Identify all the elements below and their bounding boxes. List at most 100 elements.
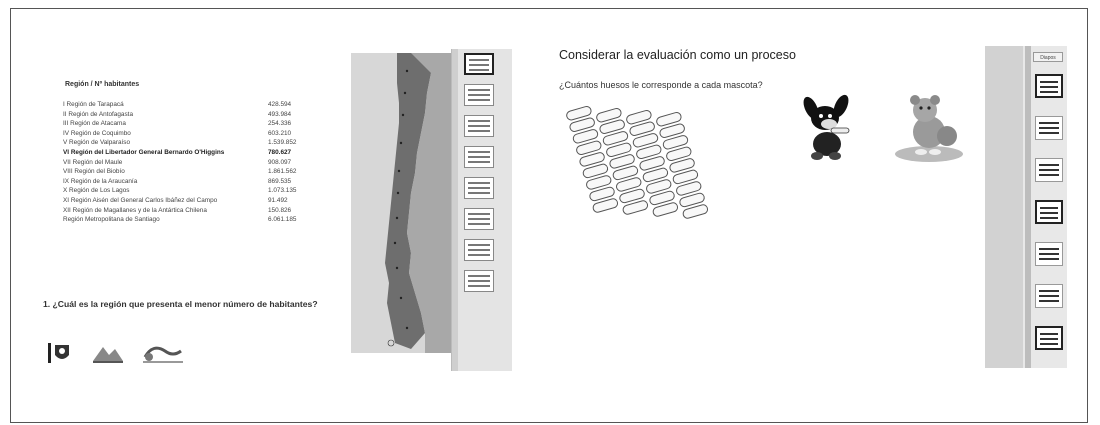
- region-population: 6.061.185: [268, 216, 297, 224]
- thumbnail-line: [1039, 258, 1059, 260]
- thumbnail-line: [468, 280, 490, 282]
- thumbnail-line: [1039, 290, 1059, 292]
- region-row: VII Región del Maule 908.097: [63, 159, 333, 169]
- question-text: 1. ¿Cuál es la región que presenta el me…: [43, 299, 318, 309]
- slide-thumbnail[interactable]: [1035, 326, 1063, 350]
- region-row: IV Región de Coquimbo 603.210: [63, 130, 333, 140]
- dog-icon: [803, 94, 850, 160]
- region-population: 1.539.852: [268, 139, 297, 147]
- pane-scroll-strip[interactable]: [452, 49, 458, 371]
- bones-group: [561, 104, 731, 234]
- region-name: II Región de Antofagasta: [63, 110, 133, 118]
- slide-thumbnail[interactable]: [464, 115, 494, 137]
- thumbnail-line: [469, 59, 489, 61]
- pane-gray-strip: [985, 46, 1023, 368]
- region-row: I Región de Tarapacá 428.594: [63, 101, 333, 111]
- table-title: Región / Nº habitantes: [65, 81, 140, 88]
- pane-scroll-strip-right[interactable]: [1025, 46, 1031, 368]
- thumbnail-line: [1040, 81, 1058, 83]
- thumbnail-line: [1039, 127, 1059, 129]
- region-population: 493.984: [268, 110, 292, 118]
- slide-thumbnail[interactable]: [1035, 200, 1063, 224]
- slide-thumbnail[interactable]: [1035, 158, 1063, 182]
- thumbnail-line: [1040, 217, 1058, 219]
- thumbnail-line: [468, 223, 490, 225]
- slide-thumbnail[interactable]: [464, 208, 494, 230]
- thumbnail-line: [468, 213, 490, 215]
- region-row: II Región de Antofagasta 493.984: [63, 111, 333, 121]
- slide-thumbnail[interactable]: [464, 270, 494, 292]
- slide-thumbnail[interactable]: [1035, 284, 1063, 308]
- thumbnail-line: [1039, 174, 1059, 176]
- thumbnail-line: [468, 130, 490, 132]
- slide-thumbnail[interactable]: [464, 239, 494, 261]
- region-name: VII Región del Maule: [63, 158, 123, 166]
- region-population: 869.535: [268, 177, 292, 185]
- slide-thumbnail[interactable]: [464, 84, 494, 106]
- thumbnail-line: [1039, 122, 1059, 124]
- document-frame: Región / Nº habitantes I Región de Tarap…: [10, 8, 1088, 423]
- slide-thumbnail-pane-right[interactable]: Diapos: [985, 46, 1067, 368]
- region-row: IX Región de la Araucanía 869.535: [63, 178, 333, 188]
- thumbnail-line: [1040, 333, 1058, 335]
- region-name: IX Región de la Araucanía: [63, 177, 138, 185]
- enlaces-logo-icon: [143, 346, 183, 363]
- slide-thumbnail[interactable]: [464, 177, 494, 199]
- slide-thumbnail[interactable]: [1035, 116, 1063, 140]
- thumbnail-pane-header[interactable]: Diapos: [1033, 52, 1063, 62]
- thumbnail-line: [1039, 295, 1059, 297]
- thumbnail-line: [1040, 207, 1058, 209]
- thumbnail-line: [468, 192, 490, 194]
- region-name: VI Región del Libertador General Bernard…: [63, 148, 225, 156]
- left-slide-screenshot: Región / Nº habitantes I Región de Tarap…: [33, 49, 512, 371]
- thumbnail-line: [468, 120, 490, 122]
- thumbnail-line: [1039, 253, 1059, 255]
- region-name: XI Región Aisén del General Carlos Ibáñe…: [63, 196, 218, 204]
- thumbnail-line: [468, 151, 490, 153]
- thumbnail-line: [468, 249, 490, 251]
- thumbnail-line: [1040, 91, 1058, 93]
- region-name: I Región de Tarapacá: [63, 101, 124, 108]
- shield-logo-icon: [48, 343, 69, 363]
- thumbnail-line: [468, 244, 490, 246]
- thumbnail-line: [1040, 343, 1058, 345]
- thumbnail-line: [1039, 132, 1059, 134]
- region-population: 603.210: [268, 129, 292, 137]
- thumbnail-line: [469, 64, 489, 66]
- region-row: III Región de Atacama 254.336: [63, 120, 333, 130]
- thumbnail-line: [1040, 86, 1058, 88]
- region-row: VI Región del Libertador General Bernard…: [63, 149, 333, 159]
- slide-thumbnail[interactable]: [464, 53, 494, 75]
- thumbnail-line: [1040, 212, 1058, 214]
- thumbnail-line: [468, 94, 490, 96]
- chile-map-icon: [351, 53, 451, 353]
- thumbnail-line: [469, 69, 489, 71]
- region-name: V Región de Valparaíso: [63, 139, 131, 147]
- region-row: Región Metropolitana de Santiago 6.061.18…: [63, 216, 333, 226]
- thumbnail-line: [468, 156, 490, 158]
- thumbnail-line: [1039, 248, 1059, 250]
- slide-thumbnail[interactable]: [1035, 242, 1063, 266]
- region-row: V Región de Valparaíso 1.539.852: [63, 139, 333, 149]
- regions-table: I Región de Tarapacá 428.594 II Región de …: [63, 101, 333, 226]
- thumbnail-line: [468, 187, 490, 189]
- region-population: 780.627: [268, 148, 292, 156]
- right-slide-screenshot: Considerar la evaluación como un proceso…: [551, 44, 1071, 374]
- region-population: 1.073.135: [268, 187, 297, 195]
- teddy-bear-icon: [895, 95, 963, 162]
- thumbnail-line: [468, 125, 490, 127]
- region-row: XII Región de Magallanes y de la Antárti…: [63, 207, 333, 217]
- slide-thumbnail-pane[interactable]: [451, 49, 512, 371]
- region-name: X Región de Los Lagos: [63, 187, 130, 195]
- region-row: XI Región Aisén del General Carlos Ibáñe…: [63, 197, 333, 207]
- thumbnail-line: [468, 218, 490, 220]
- region-population: 150.826: [268, 206, 292, 214]
- region-population: 254.336: [268, 120, 292, 128]
- slide-thumbnail[interactable]: [1035, 74, 1063, 98]
- slide-thumbnail[interactable]: [464, 146, 494, 168]
- region-name: VIII Región del Biobío: [63, 168, 125, 176]
- mountain-logo-icon: [93, 347, 123, 363]
- thumbnail-line: [468, 99, 490, 101]
- region-row: VIII Región del Biobío 1.861.562: [63, 168, 333, 178]
- thumbnail-line: [468, 285, 490, 287]
